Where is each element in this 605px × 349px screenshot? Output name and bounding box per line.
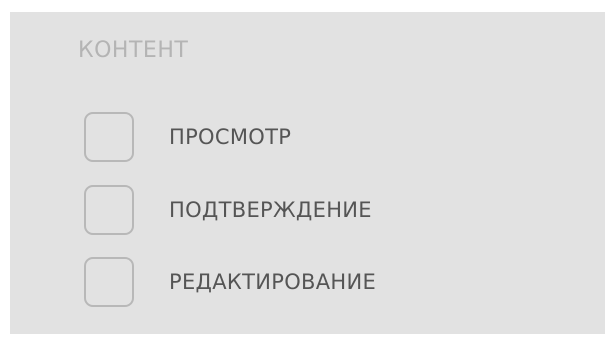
approve-checkbox[interactable]: [84, 185, 134, 235]
option-edit[interactable]: РЕДАКТИРОВАНИЕ: [84, 255, 376, 309]
option-view-label: ПРОСМОТР: [169, 125, 292, 149]
option-edit-label: РЕДАКТИРОВАНИЕ: [169, 270, 377, 294]
option-view[interactable]: ПРОСМОТР: [84, 110, 291, 164]
view-checkbox[interactable]: [84, 112, 134, 162]
edit-checkbox[interactable]: [84, 257, 134, 307]
option-approve[interactable]: ПОДТВЕРЖДЕНИЕ: [84, 183, 372, 237]
section-title: КОНТЕНТ: [78, 38, 189, 63]
option-approve-label: ПОДТВЕРЖДЕНИЕ: [169, 198, 372, 222]
